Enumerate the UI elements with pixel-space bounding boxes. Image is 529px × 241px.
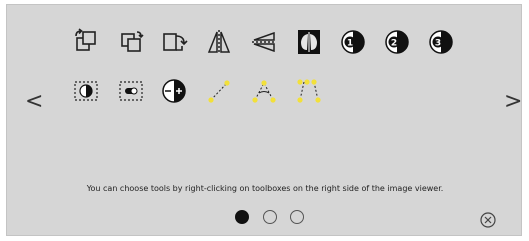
preset-2-icon[interactable]: 2 — [383, 28, 411, 56]
rotate-left-icon[interactable] — [72, 28, 100, 56]
tool-help-panel: < > 1 2 3 You can choose tools by right-… — [6, 4, 522, 236]
page-indicator-3[interactable] — [290, 210, 304, 224]
roi-capsule-icon[interactable] — [117, 77, 145, 105]
preset-3-icon[interactable]: 3 — [427, 28, 455, 56]
flip-vertical-icon[interactable] — [250, 28, 278, 56]
preset-1-label: 1 — [347, 39, 353, 49]
chest-xray-icon[interactable] — [295, 28, 323, 56]
preset-3-label: 3 — [435, 39, 441, 49]
prev-page-button[interactable]: < — [25, 91, 43, 113]
roi-window-level-icon[interactable] — [72, 77, 100, 105]
close-icon[interactable] — [480, 212, 496, 228]
rotate-right-icon[interactable] — [160, 28, 188, 56]
preset-1-icon[interactable]: 1 — [339, 28, 367, 56]
preset-2-label: 2 — [391, 39, 397, 49]
angle-measure-icon[interactable] — [250, 77, 278, 105]
rotate-center-icon[interactable] — [117, 28, 145, 56]
window-level-adjust-icon[interactable] — [160, 77, 188, 105]
cobb-angle-icon[interactable] — [295, 77, 323, 105]
line-measure-icon[interactable] — [205, 77, 233, 105]
page-indicator-1[interactable] — [235, 210, 249, 224]
next-page-button[interactable]: > — [504, 91, 522, 113]
page-indicator-2[interactable] — [263, 210, 277, 224]
flip-horizontal-icon[interactable] — [205, 28, 233, 56]
tool-hint-text: You can choose tools by right-clicking o… — [86, 184, 444, 193]
